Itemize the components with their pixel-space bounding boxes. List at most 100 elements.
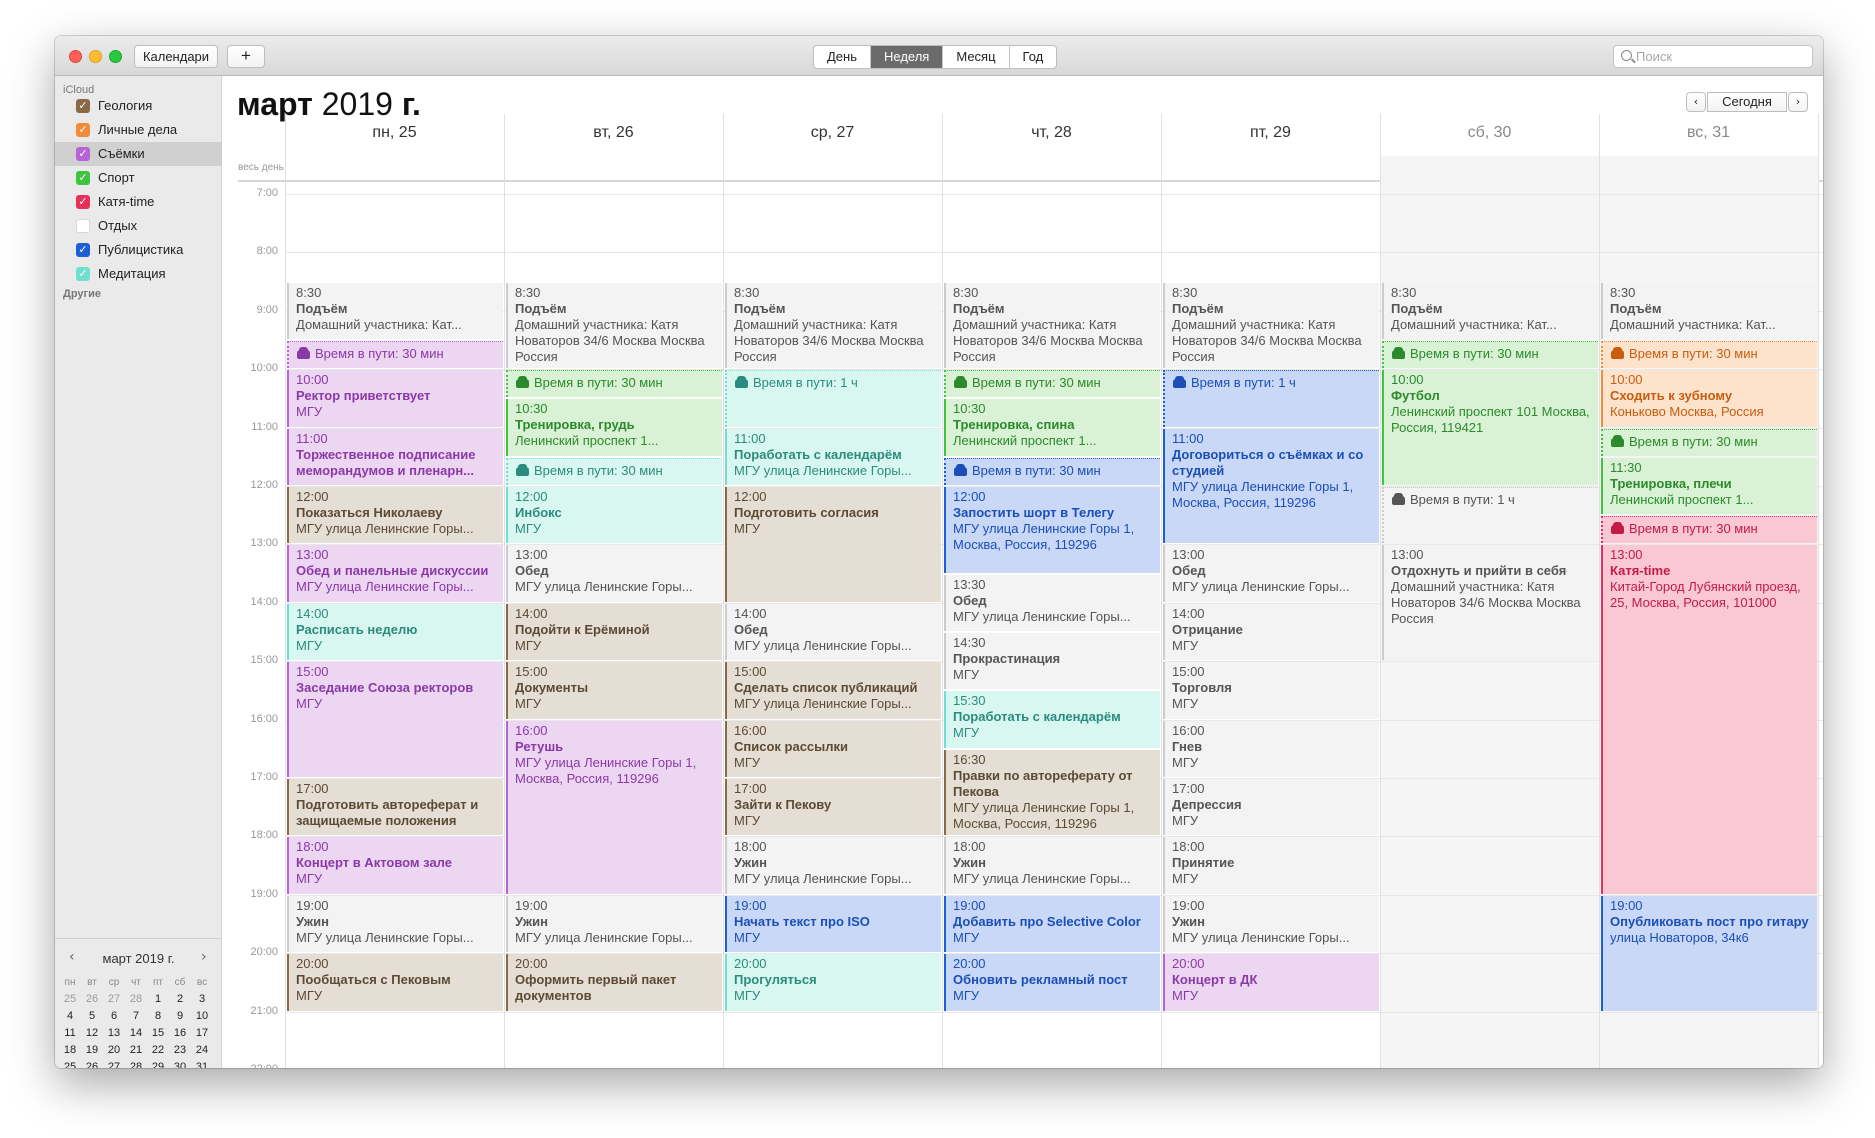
mini-day[interactable]: 12 bbox=[81, 1027, 103, 1039]
travel-time-block[interactable]: Время в пути: 1 ч bbox=[1382, 487, 1598, 544]
mini-day[interactable]: 27 bbox=[103, 1061, 125, 1068]
calendar-event[interactable]: 11:00 Торжественное подписание меморандум… bbox=[287, 428, 503, 485]
mini-day[interactable]: 4 bbox=[59, 1010, 81, 1022]
view-tab-3[interactable]: Год bbox=[1010, 46, 1057, 68]
calendar-event[interactable]: 8:30 Подъём Домашний участника: Кат... bbox=[1382, 282, 1598, 339]
zoom-window-button[interactable] bbox=[109, 50, 122, 63]
calendar-event[interactable]: 20:00 Концерт в ДК МГУ bbox=[1163, 954, 1379, 1011]
travel-time-block[interactable]: Время в пути: 30 мин bbox=[1601, 428, 1817, 456]
calendar-event[interactable]: 19:00 Опубликовать пост про гитару улица Н… bbox=[1601, 895, 1817, 1011]
calendar-event[interactable]: 8:30 Подъём Домашний участника: Катя Новат… bbox=[1163, 282, 1379, 369]
mini-day[interactable]: 19 bbox=[81, 1044, 103, 1056]
calendar-event[interactable]: 12:00 Показаться Николаеву МГУ улица Ленин… bbox=[287, 487, 503, 544]
view-tab-0[interactable]: День bbox=[814, 46, 871, 68]
add-event-button[interactable]: + bbox=[227, 45, 265, 68]
calendar-event[interactable]: 17:00 Подготовить автореферат и защищаемы… bbox=[287, 779, 503, 836]
mini-day[interactable]: 31 bbox=[191, 1061, 213, 1068]
sidebar-calendar-item[interactable]: ✓ Съёмки bbox=[55, 142, 222, 166]
mini-day[interactable]: 29 bbox=[147, 1061, 169, 1068]
view-tab-2[interactable]: Месяц bbox=[943, 46, 1010, 68]
day-header[interactable]: ср, 27 bbox=[723, 124, 942, 142]
sidebar-calendar-item[interactable]: ✓ Личные дела bbox=[55, 118, 222, 142]
calendar-checkbox[interactable]: ✓ bbox=[76, 195, 90, 209]
calendar-checkbox[interactable]: ✓ bbox=[76, 171, 90, 185]
travel-time-block[interactable]: Время в пути: 30 мин bbox=[944, 370, 1160, 398]
calendar-event[interactable]: 11:00 Договориться о съёмках и со студией… bbox=[1163, 428, 1379, 544]
travel-time-block[interactable]: Время в пути: 1 ч bbox=[1163, 370, 1379, 427]
mini-day[interactable]: 30 bbox=[169, 1061, 191, 1068]
today-button[interactable]: Сегодня bbox=[1707, 92, 1787, 112]
calendar-event[interactable]: 10:30 Тренировка, грудь Ленинский проспект… bbox=[506, 399, 722, 456]
calendar-event[interactable]: 18:00 Концерт в Актовом зале МГУ bbox=[287, 837, 503, 894]
calendar-event[interactable]: 10:30 Тренировка, спина Ленинский проспект… bbox=[944, 399, 1160, 456]
calendar-event[interactable]: 10:00 Футбол Ленинский проспект 101 Москва… bbox=[1382, 370, 1598, 485]
travel-time-block[interactable]: Время в пути: 30 мин bbox=[287, 341, 503, 369]
mini-day[interactable]: 27 bbox=[103, 993, 125, 1005]
calendar-event[interactable]: 11:00 Поработать с календарём МГУ улица Ле… bbox=[725, 428, 941, 485]
calendar-event[interactable]: 20:00 Обновить рекламный пост МГУ bbox=[944, 954, 1160, 1011]
calendar-event[interactable]: 13:00 Катя-time Китай-Город Лубянский прое… bbox=[1601, 545, 1817, 894]
calendar-event[interactable]: 14:30 Прокрастинация МГУ bbox=[944, 633, 1160, 690]
calendar-event[interactable]: 19:00 Ужин МГУ улица Ленинские Горы... bbox=[506, 895, 722, 953]
mini-day[interactable]: 24 bbox=[191, 1044, 213, 1056]
travel-time-block[interactable]: Время в пути: 1 ч bbox=[725, 370, 941, 427]
mini-day[interactable]: 20 bbox=[103, 1044, 125, 1056]
day-header[interactable]: сб, 30 bbox=[1380, 124, 1599, 142]
mini-day[interactable]: 9 bbox=[169, 1010, 191, 1022]
sidebar-calendar-item[interactable]: Отдых bbox=[55, 214, 222, 238]
calendar-event[interactable]: 19:00 Добавить про Selective Color МГУ bbox=[944, 895, 1160, 953]
travel-time-block[interactable]: Время в пути: 30 мин bbox=[1601, 516, 1817, 544]
calendars-button[interactable]: Календари bbox=[134, 45, 218, 68]
mini-day[interactable]: 14 bbox=[125, 1027, 147, 1039]
day-header[interactable]: вт, 26 bbox=[504, 124, 723, 142]
calendar-event[interactable]: 18:00 Принятие МГУ bbox=[1163, 837, 1379, 894]
mini-day[interactable]: 28 bbox=[125, 993, 147, 1005]
mini-day[interactable]: 1 bbox=[147, 993, 169, 1005]
calendar-event[interactable]: 13:00 Обед МГУ улица Ленинские Горы... bbox=[506, 545, 722, 602]
mini-prev-arrow-icon[interactable]: ‹ bbox=[69, 949, 75, 965]
sidebar-calendar-item[interactable]: ✓ Катя-time bbox=[55, 190, 222, 214]
calendar-event[interactable]: 16:00 Гнев МГУ bbox=[1163, 720, 1379, 777]
sidebar-calendar-item[interactable]: ✓ Геология bbox=[55, 94, 222, 118]
search-input[interactable] bbox=[1636, 47, 1806, 66]
calendar-checkbox[interactable]: ✓ bbox=[76, 99, 90, 113]
mini-day[interactable]: 13 bbox=[103, 1027, 125, 1039]
travel-time-block[interactable]: Время в пути: 30 мин bbox=[944, 457, 1160, 485]
calendar-event[interactable]: 15:00 Сделать список публикаций МГУ улица … bbox=[725, 662, 941, 719]
calendar-event[interactable]: 16:00 Список рассылки МГУ bbox=[725, 720, 941, 777]
calendar-event[interactable]: 8:30 Подъём Домашний участника: Кат... bbox=[1601, 282, 1817, 339]
calendar-event[interactable]: 19:00 Ужин МГУ улица Ленинские Горы... bbox=[287, 895, 503, 953]
day-header[interactable]: вс, 31 bbox=[1599, 124, 1818, 142]
mini-day[interactable]: 10 bbox=[191, 1010, 213, 1022]
calendar-event[interactable]: 15:00 Заседание Союза ректоров МГУ bbox=[287, 662, 503, 777]
calendar-event[interactable]: 14:00 Подойти к Ерёминой МГУ bbox=[506, 603, 722, 661]
calendar-event[interactable]: 19:00 Начать текст про ISO МГУ bbox=[725, 895, 941, 953]
next-week-button[interactable]: › bbox=[1788, 92, 1808, 112]
calendar-checkbox[interactable]: ✓ bbox=[76, 123, 90, 137]
travel-time-block[interactable]: Время в пути: 30 мин bbox=[1382, 341, 1598, 369]
calendar-event[interactable]: 11:30 Тренировка, плечи Ленинский проспект… bbox=[1601, 457, 1817, 515]
calendar-event[interactable]: 10:00 Сходить к зубному Коньково Москва, Р… bbox=[1601, 370, 1817, 427]
close-window-button[interactable] bbox=[69, 50, 82, 63]
calendar-event[interactable]: 14:00 Обед МГУ улица Ленинские Горы... bbox=[725, 603, 941, 661]
calendar-event[interactable]: 20:00 Пообщаться с Пековым МГУ bbox=[287, 954, 503, 1011]
calendar-event[interactable]: 15:00 Торговля МГУ bbox=[1163, 662, 1379, 719]
mini-day[interactable]: 15 bbox=[147, 1027, 169, 1039]
calendar-event[interactable]: 10:00 Ректор приветствует МГУ bbox=[287, 370, 503, 427]
calendar-event[interactable]: 17:00 Зайти к Пекову МГУ bbox=[725, 779, 941, 836]
calendar-checkbox[interactable]: ✓ bbox=[76, 243, 90, 257]
mini-day[interactable]: 25 bbox=[59, 1061, 81, 1068]
calendar-event[interactable]: 13:00 Отдохнуть и прийти в себя Домашний у… bbox=[1382, 545, 1598, 661]
mini-day[interactable]: 11 bbox=[59, 1027, 81, 1039]
mini-next-arrow-icon[interactable]: › bbox=[201, 949, 207, 965]
calendar-event[interactable]: 18:00 Ужин МГУ улица Ленинские Горы... bbox=[944, 837, 1160, 894]
mini-day[interactable]: 8 bbox=[147, 1010, 169, 1022]
calendar-event[interactable]: 8:30 Подъём Домашний участника: Катя Новат… bbox=[944, 282, 1160, 369]
calendar-event[interactable]: 8:30 Подъём Домашний участника: Катя Новат… bbox=[725, 282, 941, 369]
mini-day[interactable]: 7 bbox=[125, 1010, 147, 1022]
calendar-event[interactable]: 12:00 Подготовить согласия МГУ bbox=[725, 487, 941, 602]
mini-day[interactable]: 21 bbox=[125, 1044, 147, 1056]
calendar-event[interactable]: 13:30 Обед МГУ улица Ленинские Горы... bbox=[944, 574, 1160, 631]
view-tab-1[interactable]: Неделя bbox=[871, 46, 944, 68]
travel-time-block[interactable]: Время в пути: 30 мин bbox=[1601, 341, 1817, 369]
